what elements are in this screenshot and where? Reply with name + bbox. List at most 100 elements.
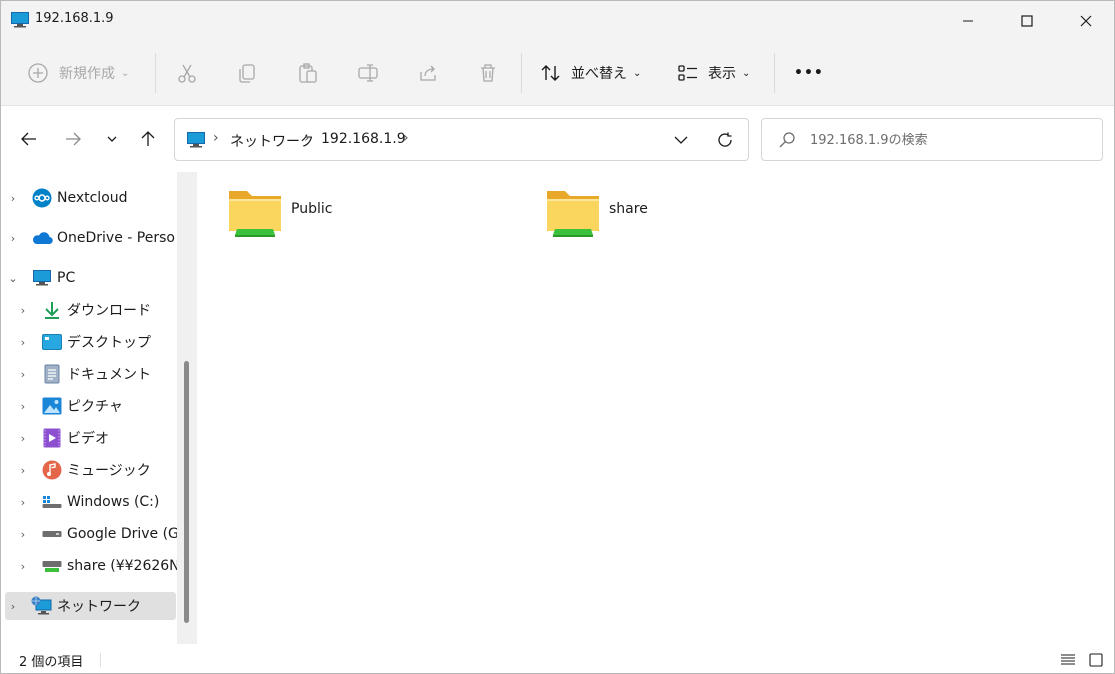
scissors-icon xyxy=(178,64,196,83)
sidebar-item-share-nas[interactable]: › share (¥¥2626NAS) xyxy=(15,552,185,580)
folder-name: Public xyxy=(291,201,333,217)
sort-button[interactable]: 並べ替え ⌄ xyxy=(540,55,641,91)
sidebar-item-label: Nextcloud xyxy=(57,190,128,206)
sidebar-item-onedrive[interactable]: › OneDrive - Personal xyxy=(5,224,175,252)
refresh-icon xyxy=(718,132,732,147)
chevron-down-icon: ⌄ xyxy=(633,67,642,79)
sidebar-item-label: OneDrive - Personal xyxy=(57,230,175,246)
back-button[interactable] xyxy=(15,125,43,153)
sidebar-scrollbar-thumb[interactable] xyxy=(184,361,189,623)
chevron-right-icon[interactable]: › xyxy=(15,464,31,477)
onedrive-icon xyxy=(31,228,53,248)
chevron-right-icon: › xyxy=(213,130,219,146)
pc-icon xyxy=(31,268,53,288)
chevron-right-icon[interactable]: › xyxy=(15,496,31,509)
sidebar-item-music[interactable]: › ミュージック xyxy=(15,456,185,484)
chevron-down-icon xyxy=(674,136,688,144)
rename-button[interactable] xyxy=(357,55,379,91)
copy-button[interactable] xyxy=(236,55,258,91)
window-title: 192.168.1.9 xyxy=(35,11,114,26)
minimize-button[interactable] xyxy=(938,1,997,41)
more-options-button[interactable]: ••• xyxy=(794,55,824,91)
cut-button[interactable] xyxy=(176,55,198,91)
chevron-right-icon: › xyxy=(403,130,409,146)
breadcrumb-host[interactable]: 192.168.1.9 xyxy=(321,131,406,147)
delete-button[interactable] xyxy=(477,55,499,91)
details-view-icon xyxy=(1061,654,1075,665)
chevron-right-icon[interactable]: › xyxy=(15,528,31,541)
shared-folder-icon xyxy=(547,191,599,237)
chevron-right-icon[interactable]: › xyxy=(15,304,31,317)
large-icons-view-button[interactable] xyxy=(1086,650,1106,670)
sidebar-item-desktop[interactable]: › デスクトップ xyxy=(15,328,185,356)
large-icons-view-icon xyxy=(1089,653,1103,667)
chevron-down-icon xyxy=(107,136,117,142)
chevron-right-icon[interactable]: › xyxy=(5,192,21,205)
new-button[interactable]: 新規作成 ⌄ xyxy=(27,55,129,91)
search-box[interactable] xyxy=(761,118,1103,161)
music-icon xyxy=(41,460,63,480)
forward-button[interactable] xyxy=(59,125,87,153)
sidebar-item-downloads[interactable]: › ダウンロード xyxy=(15,296,185,324)
address-bar[interactable]: › ネットワーク › 192.168.1.9 › xyxy=(174,118,749,161)
sidebar-item-pictures[interactable]: › ピクチャ xyxy=(15,392,185,420)
shared-folder-icon xyxy=(229,191,281,237)
sort-button-label: 並べ替え xyxy=(571,66,627,82)
view-button[interactable]: 表示 ⌄ xyxy=(677,55,750,91)
folder-item[interactable]: share xyxy=(545,185,648,245)
sidebar-item-label: share (¥¥2626NAS) xyxy=(67,558,185,574)
sidebar-item-google-drive[interactable]: › Google Drive (G:) xyxy=(15,520,185,548)
item-count: 2 個の項目 xyxy=(19,655,84,670)
minimize-icon xyxy=(962,20,973,22)
chevron-right-icon[interactable]: › xyxy=(15,432,31,445)
chevron-right-icon[interactable]: › xyxy=(15,336,31,349)
toolbar-separator xyxy=(521,53,522,93)
monitor-icon xyxy=(187,132,205,148)
new-button-label: 新規作成 xyxy=(59,66,115,82)
toolbar-separator xyxy=(774,53,775,93)
trash-icon xyxy=(481,64,495,82)
chevron-right-icon[interactable]: › xyxy=(5,600,21,613)
chevron-right-icon[interactable]: › xyxy=(15,400,31,413)
nextcloud-icon xyxy=(31,188,53,208)
file-list: Public share xyxy=(197,169,1114,645)
maximize-icon xyxy=(1020,15,1033,27)
sidebar-item-nextcloud[interactable]: › Nextcloud xyxy=(5,184,175,212)
close-icon xyxy=(1080,15,1091,27)
sidebar-item-label: Windows (C:) xyxy=(67,494,160,510)
chevron-right-icon[interactable]: › xyxy=(15,368,31,381)
paste-button[interactable] xyxy=(297,55,319,91)
chevron-down-icon: ⌄ xyxy=(121,67,130,79)
paste-icon xyxy=(299,63,317,83)
close-button[interactable] xyxy=(1056,1,1114,41)
sidebar-item-label: Google Drive (G:) xyxy=(67,526,185,542)
up-button[interactable] xyxy=(134,125,162,153)
folder-item[interactable]: Public xyxy=(227,185,332,245)
chevron-right-icon[interactable]: › xyxy=(15,560,31,573)
folder-name: share xyxy=(609,201,648,217)
sidebar-item-videos[interactable]: › ビデオ xyxy=(15,424,185,452)
maximize-button[interactable] xyxy=(997,1,1056,41)
more-icon: ••• xyxy=(794,65,824,81)
address-history-button[interactable] xyxy=(673,132,689,152)
pictures-icon xyxy=(41,396,63,416)
sidebar-item-label: ミュージック xyxy=(67,463,151,479)
share-button[interactable] xyxy=(417,55,439,91)
sidebar-item-pc[interactable]: ⌄ PC xyxy=(5,264,175,292)
details-view-button[interactable] xyxy=(1058,650,1078,670)
navigation-bar: › ネットワーク › 192.168.1.9 › xyxy=(1,107,1114,169)
recent-locations-button[interactable] xyxy=(98,125,126,153)
search-input[interactable] xyxy=(810,129,1090,151)
sidebar-item-windows-c[interactable]: › Windows (C:) xyxy=(15,488,185,516)
breadcrumb-network[interactable]: ネットワーク xyxy=(230,131,314,151)
chevron-right-icon[interactable]: › xyxy=(5,232,21,245)
sort-icon xyxy=(541,65,560,81)
sidebar-item-documents[interactable]: › ドキュメント xyxy=(15,360,185,388)
chevron-down-icon: ⌄ xyxy=(742,67,751,79)
plus-circle-icon xyxy=(28,63,48,83)
refresh-button[interactable] xyxy=(716,131,734,153)
windows-drive-icon xyxy=(41,492,63,512)
chevron-down-icon[interactable]: ⌄ xyxy=(5,272,21,285)
sidebar-item-network[interactable]: › ネットワーク xyxy=(5,592,176,620)
sidebar-item-label: ダウンロード xyxy=(67,303,151,319)
